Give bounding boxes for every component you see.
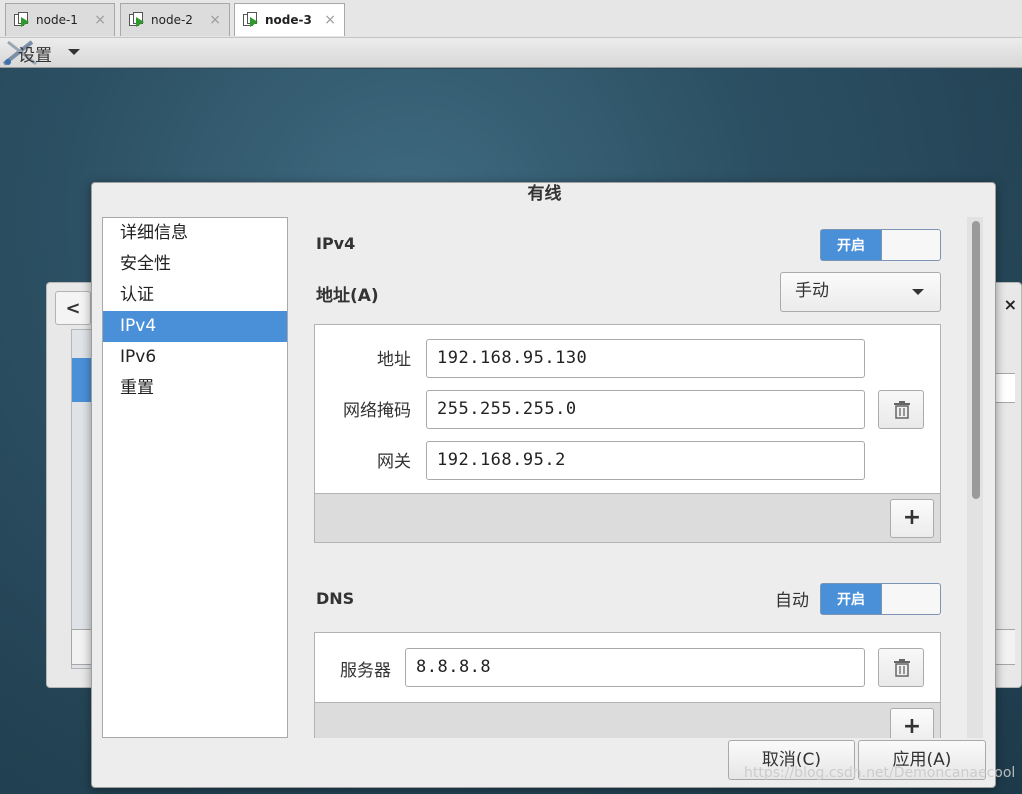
settings-nav-list: 详细信息 安全性 认证 IPv4 IPv6 重置 [102, 217, 288, 738]
nav-item-reset[interactable]: 重置 [103, 373, 287, 404]
gateway-input[interactable]: 192.168.95.2 [426, 441, 865, 480]
trash-icon [894, 401, 910, 419]
tab-label: node-2 [151, 13, 193, 27]
vm-icon [14, 12, 30, 28]
add-dns-button[interactable]: + [890, 708, 934, 738]
add-address-button[interactable]: + [890, 499, 934, 538]
tab-node-1[interactable]: node-1 × [5, 3, 115, 36]
toggle-on-label: 开启 [821, 584, 882, 614]
dropdown-value: 手动 [795, 281, 829, 301]
dns-server-input[interactable]: 8.8.8.8 [405, 648, 865, 687]
wired-settings-dialog: 有线 详细信息 安全性 认证 IPv4 IPv6 重置 IPv4 开启 地址(A… [91, 182, 996, 788]
nav-item-ipv6[interactable]: IPv6 [103, 342, 287, 373]
background-button[interactable] [993, 629, 1015, 665]
dialog-title: 有线 [527, 184, 562, 204]
vm-icon [243, 12, 259, 28]
trash-icon [894, 659, 910, 677]
dns-panel-toolbar: + [315, 702, 940, 738]
nav-item-details[interactable]: 详细信息 [103, 218, 287, 249]
chevron-down-icon [912, 289, 924, 295]
toggle-on-label: 开启 [821, 230, 882, 260]
netmask-input[interactable]: 255.255.255.0 [426, 390, 865, 429]
vm-icon [129, 12, 145, 28]
nav-item-ipv4[interactable]: IPv4 [103, 311, 287, 342]
app-menu-bar: 设置 [0, 38, 1022, 68]
netmask-label: 网络掩码 [343, 401, 411, 421]
ipv4-toggle[interactable]: 开启 [820, 229, 941, 261]
dns-panel: 服务器 8.8.8.8 + [314, 632, 941, 738]
close-icon[interactable]: × [209, 12, 221, 28]
back-button[interactable]: < [55, 291, 91, 325]
address-method-label: 地址(A) [316, 286, 379, 306]
address-input[interactable]: 192.168.95.130 [426, 339, 865, 378]
address-label: 地址 [377, 350, 411, 370]
close-icon[interactable]: × [94, 12, 106, 28]
scrollbar-thumb[interactable] [972, 221, 980, 499]
address-panel: 地址 192.168.95.130 网络掩码 255.255.255.0 网关 … [314, 324, 941, 543]
nav-item-auth[interactable]: 认证 [103, 280, 287, 311]
dns-server-label: 服务器 [340, 661, 391, 681]
delete-address-button[interactable] [878, 390, 924, 429]
background-input[interactable] [993, 373, 1015, 403]
nav-item-security[interactable]: 安全性 [103, 249, 287, 280]
content-scrollbar[interactable] [967, 217, 983, 738]
tab-label: node-1 [36, 13, 78, 27]
dns-auto-label: 自动 [775, 591, 809, 611]
gateway-label: 网关 [377, 452, 411, 472]
watermark-text: https://blog.csdn.net/Demoncanaecool [744, 765, 1016, 781]
settings-menu[interactable]: 设置 [18, 41, 52, 66]
tab-label: node-3 [265, 13, 312, 27]
chevron-down-icon[interactable] [68, 49, 80, 55]
delete-dns-button[interactable] [878, 648, 924, 687]
close-button[interactable]: × [1004, 295, 1017, 314]
dns-auto-toggle[interactable]: 开启 [820, 583, 941, 615]
ipv4-heading: IPv4 [316, 234, 356, 253]
tab-node-3[interactable]: node-3 × [234, 3, 345, 36]
close-icon[interactable]: × [324, 12, 336, 28]
dns-heading: DNS [316, 589, 355, 608]
tab-node-2[interactable]: node-2 × [120, 3, 230, 36]
address-panel-toolbar: + [315, 493, 940, 542]
address-method-dropdown[interactable]: 手动 [780, 272, 941, 312]
vm-tab-bar: node-1 × node-2 × node-3 × [0, 0, 1022, 38]
ipv4-settings-pane: IPv4 开启 地址(A) 手动 地址 192.168.95.130 网络掩码 … [300, 217, 960, 738]
